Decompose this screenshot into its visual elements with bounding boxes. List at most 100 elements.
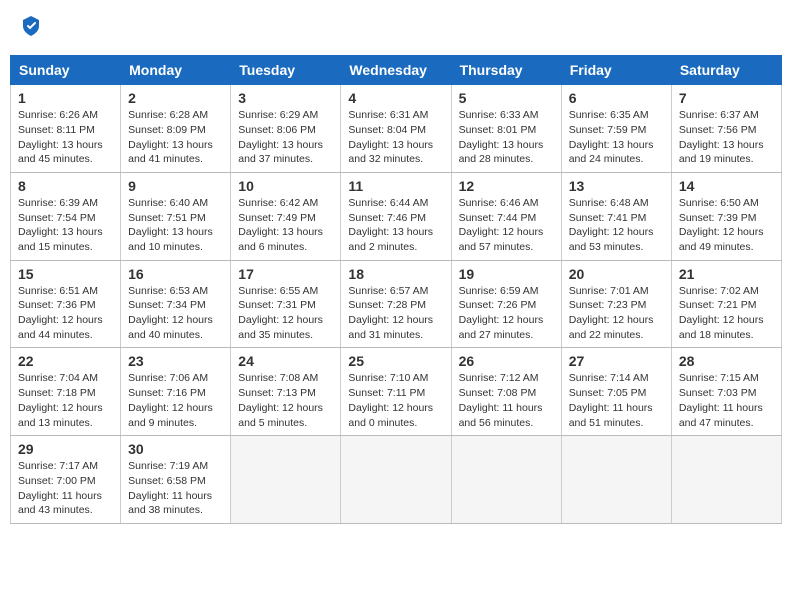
day-header-sunday: Sunday [11,56,121,85]
empty-cell [341,436,451,524]
day-number: 10 [238,178,333,194]
header [10,10,782,47]
day-number: 6 [569,90,664,106]
day-cell-4: 4 Sunrise: 6:31 AM Sunset: 8:04 PM Daylig… [341,85,451,173]
day-info: Sunrise: 7:14 AM Sunset: 7:05 PM Dayligh… [569,371,664,430]
week-row-2: 8 Sunrise: 6:39 AM Sunset: 7:54 PM Daylig… [11,172,782,260]
day-cell-22: 22 Sunrise: 7:04 AM Sunset: 7:18 PM Dayli… [11,348,121,436]
day-cell-20: 20Sunrise: 7:01 AM Sunset: 7:23 PM Dayli… [561,260,671,348]
week-row-3: 15 Sunrise: 6:51 AM Sunset: 7:36 PM Dayli… [11,260,782,348]
day-info: Sunrise: 6:55 AM Sunset: 7:31 PM Dayligh… [238,284,333,343]
day-number: 14 [679,178,774,194]
day-cell-16: 16Sunrise: 6:53 AM Sunset: 7:34 PM Dayli… [121,260,231,348]
day-cell-15: 15 Sunrise: 6:51 AM Sunset: 7:36 PM Dayli… [11,260,121,348]
day-info: Sunrise: 7:12 AM Sunset: 7:08 PM Dayligh… [459,371,554,430]
day-cell-27: 27 Sunrise: 7:14 AM Sunset: 7:05 PM Dayli… [561,348,671,436]
day-cell-2: 2Sunrise: 6:28 AM Sunset: 8:09 PM Daylig… [121,85,231,173]
empty-cell [451,436,561,524]
day-header-tuesday: Tuesday [231,56,341,85]
day-cell-26: 26 Sunrise: 7:12 AM Sunset: 7:08 PM Dayli… [451,348,561,436]
day-cell-23: 23 Sunrise: 7:06 AM Sunset: 7:16 PM Dayli… [121,348,231,436]
day-info: Sunrise: 6:29 AM Sunset: 8:06 PM Dayligh… [238,108,333,167]
day-number: 15 [18,266,113,282]
day-info: Sunrise: 6:33 AM Sunset: 8:01 PM Dayligh… [459,108,554,167]
day-cell-3: 3 Sunrise: 6:29 AM Sunset: 8:06 PM Daylig… [231,85,341,173]
day-number: 23 [128,353,223,369]
day-cell-14: 14 Sunrise: 6:50 AM Sunset: 7:39 PM Dayli… [671,172,781,260]
day-info: Sunrise: 6:42 AM Sunset: 7:49 PM Dayligh… [238,196,333,255]
empty-cell [231,436,341,524]
empty-cell [671,436,781,524]
day-cell-24: 24 Sunrise: 7:08 AM Sunset: 7:13 PM Dayli… [231,348,341,436]
day-info: Sunrise: 6:50 AM Sunset: 7:39 PM Dayligh… [679,196,774,255]
day-cell-29: 29 Sunrise: 7:17 AM Sunset: 7:00 PM Dayli… [11,436,121,524]
week-row-1: 1Sunrise: 6:26 AM Sunset: 8:11 PM Daylig… [11,85,782,173]
day-info: Sunrise: 7:06 AM Sunset: 7:16 PM Dayligh… [128,371,223,430]
week-row-5: 29 Sunrise: 7:17 AM Sunset: 7:00 PM Dayli… [11,436,782,524]
day-info: Sunrise: 6:51 AM Sunset: 7:36 PM Dayligh… [18,284,113,343]
day-number: 16 [128,266,223,282]
day-number: 18 [348,266,443,282]
day-cell-9: 9 Sunrise: 6:40 AM Sunset: 7:51 PM Daylig… [121,172,231,260]
day-cell-25: 25Sunrise: 7:10 AM Sunset: 7:11 PM Dayli… [341,348,451,436]
day-number: 5 [459,90,554,106]
day-header-wednesday: Wednesday [341,56,451,85]
day-cell-6: 6 Sunrise: 6:35 AM Sunset: 7:59 PM Daylig… [561,85,671,173]
day-cell-13: 13 Sunrise: 6:48 AM Sunset: 7:41 PM Dayli… [561,172,671,260]
day-number: 1 [18,90,113,106]
day-cell-30: 30Sunrise: 7:19 AM Sunset: 6:58 PM Dayli… [121,436,231,524]
day-cell-17: 17Sunrise: 6:55 AM Sunset: 7:31 PM Dayli… [231,260,341,348]
day-header-saturday: Saturday [671,56,781,85]
day-info: Sunrise: 7:04 AM Sunset: 7:18 PM Dayligh… [18,371,113,430]
day-cell-19: 19Sunrise: 6:59 AM Sunset: 7:26 PM Dayli… [451,260,561,348]
day-cell-10: 10 Sunrise: 6:42 AM Sunset: 7:49 PM Dayli… [231,172,341,260]
day-number: 12 [459,178,554,194]
day-cell-1: 1Sunrise: 6:26 AM Sunset: 8:11 PM Daylig… [11,85,121,173]
day-cell-18: 18 Sunrise: 6:57 AM Sunset: 7:28 PM Dayli… [341,260,451,348]
day-cell-28: 28 Sunrise: 7:15 AM Sunset: 7:03 PM Dayli… [671,348,781,436]
day-number: 30 [128,441,223,457]
day-info: Sunrise: 6:44 AM Sunset: 7:46 PM Dayligh… [348,196,443,255]
calendar: SundayMondayTuesdayWednesdayThursdayFrid… [10,55,782,524]
day-number: 29 [18,441,113,457]
day-info: Sunrise: 6:39 AM Sunset: 7:54 PM Dayligh… [18,196,113,255]
day-info: Sunrise: 6:57 AM Sunset: 7:28 PM Dayligh… [348,284,443,343]
day-info: Sunrise: 7:08 AM Sunset: 7:13 PM Dayligh… [238,371,333,430]
day-info: Sunrise: 6:31 AM Sunset: 8:04 PM Dayligh… [348,108,443,167]
day-number: 13 [569,178,664,194]
logo-icon [22,15,40,37]
day-info: Sunrise: 7:02 AM Sunset: 7:21 PM Dayligh… [679,284,774,343]
day-number: 9 [128,178,223,194]
day-number: 27 [569,353,664,369]
day-header-thursday: Thursday [451,56,561,85]
day-info: Sunrise: 7:15 AM Sunset: 7:03 PM Dayligh… [679,371,774,430]
day-info: Sunrise: 7:17 AM Sunset: 7:00 PM Dayligh… [18,459,113,518]
day-cell-12: 12 Sunrise: 6:46 AM Sunset: 7:44 PM Dayli… [451,172,561,260]
day-cell-7: 7 Sunrise: 6:37 AM Sunset: 7:56 PM Daylig… [671,85,781,173]
day-number: 7 [679,90,774,106]
day-info: Sunrise: 6:48 AM Sunset: 7:41 PM Dayligh… [569,196,664,255]
day-info: Sunrise: 7:10 AM Sunset: 7:11 PM Dayligh… [348,371,443,430]
day-number: 22 [18,353,113,369]
day-info: Sunrise: 6:28 AM Sunset: 8:09 PM Dayligh… [128,108,223,167]
day-number: 11 [348,178,443,194]
day-info: Sunrise: 6:40 AM Sunset: 7:51 PM Dayligh… [128,196,223,255]
day-number: 20 [569,266,664,282]
day-info: Sunrise: 6:37 AM Sunset: 7:56 PM Dayligh… [679,108,774,167]
day-cell-5: 5 Sunrise: 6:33 AM Sunset: 8:01 PM Daylig… [451,85,561,173]
day-number: 26 [459,353,554,369]
day-cell-21: 21 Sunrise: 7:02 AM Sunset: 7:21 PM Dayli… [671,260,781,348]
day-number: 24 [238,353,333,369]
day-cell-8: 8 Sunrise: 6:39 AM Sunset: 7:54 PM Daylig… [11,172,121,260]
week-row-4: 22 Sunrise: 7:04 AM Sunset: 7:18 PM Dayli… [11,348,782,436]
day-header-monday: Monday [121,56,231,85]
day-number: 3 [238,90,333,106]
day-number: 21 [679,266,774,282]
day-info: Sunrise: 6:59 AM Sunset: 7:26 PM Dayligh… [459,284,554,343]
day-number: 4 [348,90,443,106]
day-number: 28 [679,353,774,369]
day-info: Sunrise: 6:35 AM Sunset: 7:59 PM Dayligh… [569,108,664,167]
day-number: 8 [18,178,113,194]
empty-cell [561,436,671,524]
day-info: Sunrise: 6:46 AM Sunset: 7:44 PM Dayligh… [459,196,554,255]
